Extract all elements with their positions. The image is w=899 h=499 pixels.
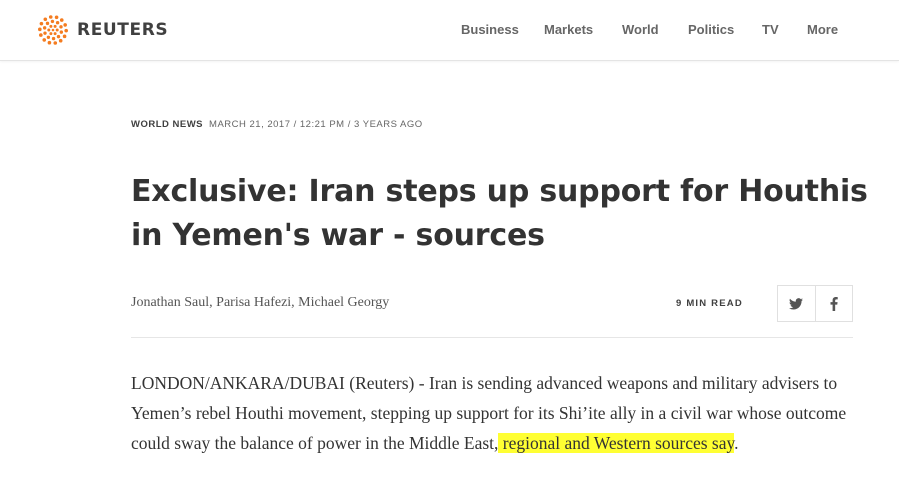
section-link[interactable]: WORLD NEWS [131,119,203,130]
article-kicker: WORLD NEWS MARCH 21, 2017 / 12:21 PM / 3 … [131,119,423,130]
facebook-icon [830,296,838,311]
divider [131,337,853,338]
nav-more[interactable]: More [807,22,838,37]
highlighted-text: regional and Western sources say [498,433,735,453]
main-nav: Business Markets World Politics TV More [0,0,899,60]
nav-world[interactable]: World [622,22,659,37]
lead-text: LONDON/ANKARA/DUBAI (Reuters) - Iran is … [131,373,847,453]
share-facebook-button[interactable] [814,286,853,321]
article-dateline: MARCH 21, 2017 / 12:21 PM / 3 YEARS AGO [209,119,423,130]
nav-markets[interactable]: Markets [544,22,593,37]
share-twitter-button[interactable] [778,286,815,321]
article-byline[interactable]: Jonathan Saul, Parisa Hafezi, Michael Ge… [131,295,389,311]
nav-politics[interactable]: Politics [688,22,734,37]
article-headline: Exclusive: Iran steps up support for Hou… [131,174,868,253]
article-lead-paragraph: LONDON/ANKARA/DUBAI (Reuters) - Iran is … [131,368,861,458]
share-buttons [777,285,853,322]
twitter-icon [789,297,804,310]
read-time: 9 MIN READ [676,298,743,309]
site-header: REUTERS Business Markets World Politics … [0,0,899,61]
nav-tv[interactable]: TV [762,22,779,37]
nav-business[interactable]: Business [461,22,519,37]
lead-end: . [734,433,739,453]
